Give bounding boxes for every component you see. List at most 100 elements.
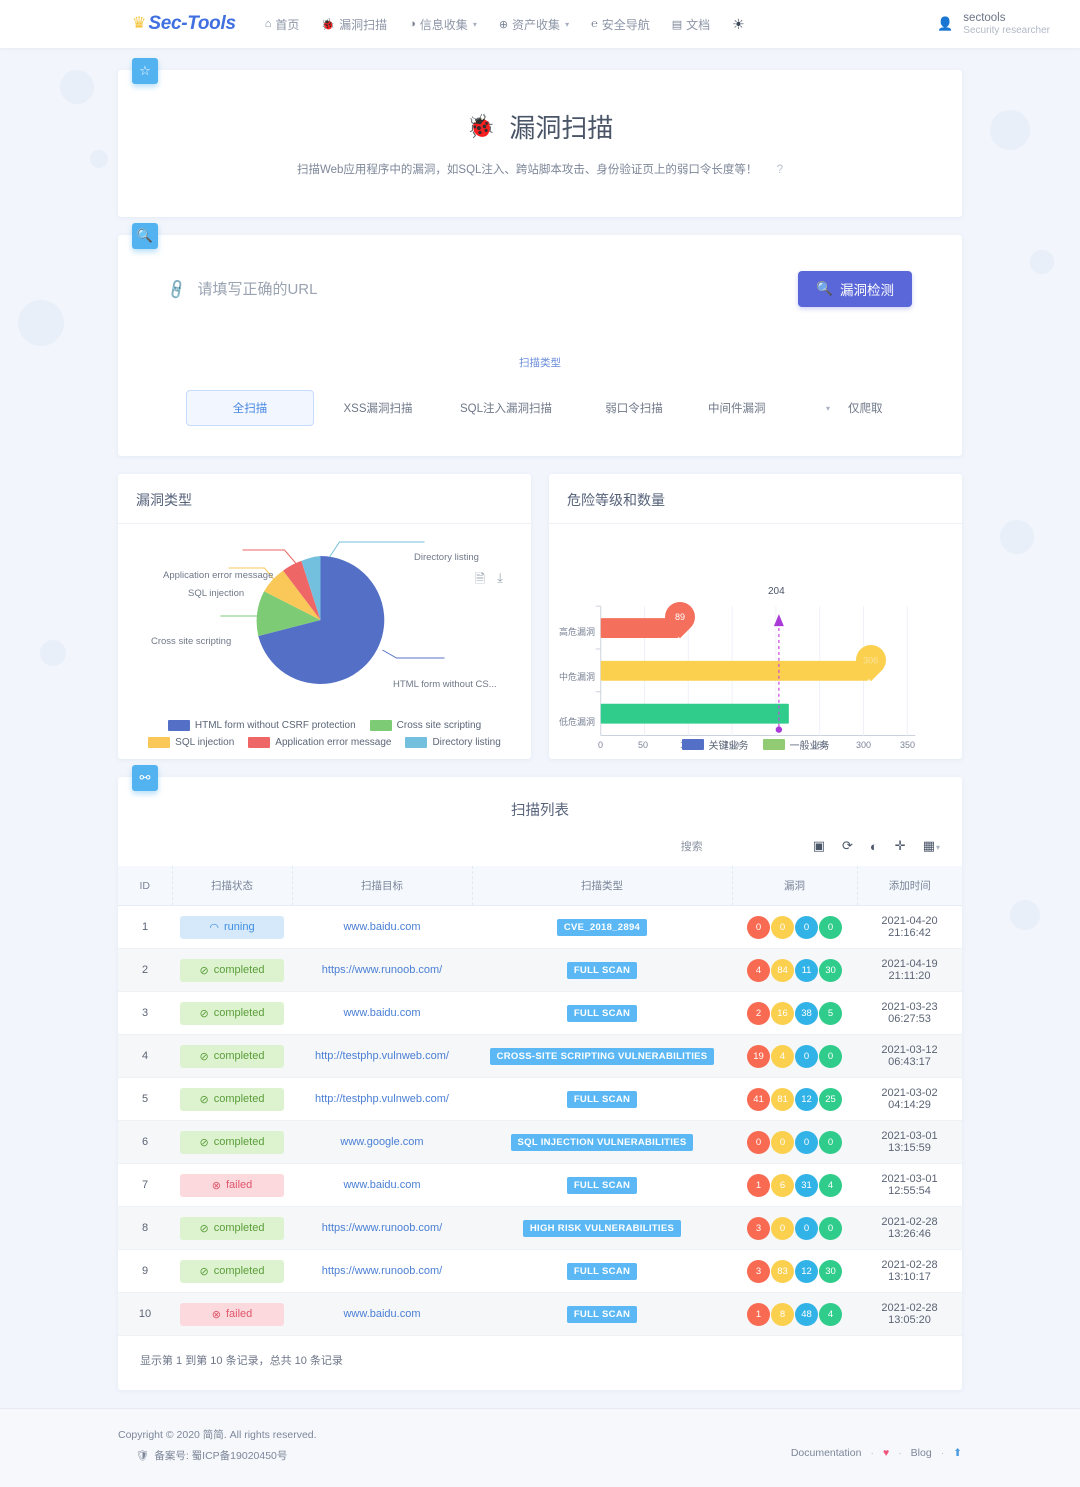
scan-type-full[interactable]: 全扫描	[186, 390, 314, 426]
scan-list-table: ID 扫描状态 扫描目标 扫描类型 漏洞 添加时间 1 ◠ runing www.ba…	[118, 866, 962, 1336]
target-link[interactable]: www.google.com	[340, 1136, 423, 1148]
pie-callout-csrf: HTML form without CS...	[393, 679, 497, 690]
bug-icon: 🐞	[466, 113, 496, 139]
cell-id: 3	[118, 991, 172, 1035]
pie-callout-app-error: Application error message	[163, 570, 274, 581]
table-row[interactable]: 6 ⊘ completed www.google.com SQL INJECTION V…	[118, 1120, 962, 1164]
nav-item-asset-gathering[interactable]: ⊕ 资产收集 ▾	[488, 16, 580, 33]
refresh-icon[interactable]: ⟳	[842, 838, 853, 854]
download-icon[interactable]: ⤓	[497, 570, 503, 592]
nav-item-home[interactable]: ⌂ 首页	[254, 16, 311, 33]
vuln-count-badge: 30	[819, 1259, 842, 1283]
scan-type-badge: FULL SCAN	[566, 961, 638, 979]
status-badge: ⊗ failed	[180, 1173, 284, 1197]
vuln-count-badge: 0	[771, 1216, 794, 1240]
status-icon: ◠	[209, 921, 220, 934]
vuln-count-badge: 48	[795, 1302, 818, 1326]
table-row[interactable]: 3 ⊘ completed www.baidu.com FULL SCAN 2 16 38 5 2…	[118, 991, 962, 1035]
col-header-time[interactable]: 添加时间	[857, 866, 962, 906]
target-link[interactable]: www.baidu.com	[343, 1007, 420, 1019]
scan-type-weakpass[interactable]: 弱口令扫描	[570, 391, 698, 425]
vuln-count-badge: 38	[795, 1001, 818, 1025]
export-icon[interactable]: ▣	[813, 838, 825, 854]
target-link[interactable]: http://testphp.vulnweb.com/	[315, 1050, 449, 1062]
url-input[interactable]	[197, 280, 799, 298]
contrast-icon[interactable]: ◐	[870, 839, 878, 854]
legend-item[interactable]: Directory listing	[405, 737, 501, 748]
target-link[interactable]: https://www.runoob.com/	[322, 1222, 442, 1234]
table-row[interactable]: 1 ◠ runing www.baidu.com CVE_2018_2894 0 0 0 0 20…	[118, 905, 962, 949]
cell-status: ⊘ completed	[172, 1077, 292, 1121]
user-name: sectools	[963, 11, 1006, 24]
legend-label: 一般业务	[789, 741, 830, 752]
vuln-count-badge: 3	[747, 1216, 770, 1240]
legend-item[interactable]: Application error message	[248, 737, 391, 748]
table-row[interactable]: 2 ⊘ completed https://www.runoob.com/FULL S…	[118, 948, 962, 992]
cell-id: 10	[118, 1292, 172, 1336]
cell-id: 4	[118, 1034, 172, 1078]
col-header-type[interactable]: 扫描类型	[472, 866, 733, 906]
nav-item-vuln-scan[interactable]: 🐞 漏洞扫描	[310, 16, 398, 33]
vuln-count-badge: 1	[747, 1302, 770, 1326]
cell-time: 2021-03-12 06:43:17	[857, 1034, 962, 1078]
col-header-vulns[interactable]: 漏洞	[732, 866, 858, 906]
help-icon[interactable]: ?	[777, 164, 783, 176]
document-icon[interactable]: 🗎	[475, 570, 485, 592]
scan-type-sql[interactable]: SQL注入漏洞扫描	[442, 391, 570, 425]
nav-item-info-gathering[interactable]: ◑ 信息收集 ▾	[398, 16, 488, 33]
vuln-count-badge: 12	[795, 1259, 818, 1283]
target-link[interactable]: www.baidu.com	[343, 1179, 420, 1191]
col-header-target[interactable]: 扫描目标	[292, 866, 473, 906]
target-link[interactable]: https://www.runoob.com/	[322, 1265, 442, 1277]
pie-callout-directory-listing: Directory listing	[414, 552, 479, 563]
vuln-type-chart-body: 🗎 ⤓ Directory listing Application error …	[118, 524, 531, 756]
theme-toggle-icon[interactable]: ☀	[721, 16, 756, 33]
footer-link-blog[interactable]: Blog	[911, 1447, 932, 1459]
table-row[interactable]: 7 ⊗ failed www.baidu.com FULL SCAN 1 6 31 4 2021-…	[118, 1163, 962, 1207]
cell-vulns: 0000	[732, 905, 857, 949]
table-row[interactable]: 8 ⊘ completed https://www.runoob.com/HIGH R…	[118, 1206, 962, 1250]
middleware-vuln-select[interactable]: 中间件漏洞 ▾	[698, 391, 840, 425]
table-row[interactable]: 4 ⊘ completed http://testphp.vulnweb.com/CR…	[118, 1034, 962, 1078]
legend-item[interactable]: HTML form without CSRF protection	[167, 720, 356, 731]
target-link[interactable]: http://testphp.vulnweb.com/	[315, 1093, 449, 1105]
target-link[interactable]: https://www.runoob.com/	[322, 964, 442, 976]
legend-item[interactable]: 一般业务	[762, 737, 830, 752]
nav-item-security-nav[interactable]: ℮ 安全导航	[580, 16, 661, 33]
cell-status: ◠ runing	[172, 905, 292, 949]
brand-name: Sec-Tools	[148, 13, 236, 34]
hero-card: ☆ 🐞 漏洞扫描 扫描Web应用程序中的漏洞，如SQL注入、跨站脚本攻击、身份验…	[118, 58, 962, 217]
search-input[interactable]: 搜索	[681, 838, 703, 854]
fullscreen-icon[interactable]: ✛	[895, 838, 906, 854]
table-row[interactable]: 5 ⊘ completed http://testphp.vulnweb.com/FU…	[118, 1077, 962, 1121]
col-header-status[interactable]: 扫描状态	[172, 866, 293, 906]
legend-item[interactable]: 关键业务	[681, 737, 749, 752]
home-icon: ⌂	[264, 18, 272, 30]
table-row[interactable]: 10 ⊗ failed www.baidu.com FULL SCAN 1 8 48 4 2021…	[118, 1292, 962, 1336]
vuln-count-badge: 5	[819, 1001, 842, 1025]
legend-item[interactable]: SQL injection	[148, 737, 234, 748]
pie-legend: HTML form without CSRF protection Cross …	[118, 720, 531, 748]
target-link[interactable]: www.baidu.com	[343, 921, 420, 933]
scan-type-crawl-only[interactable]: 仅爬取	[840, 391, 891, 425]
back-to-top-icon[interactable]: ⬆	[953, 1447, 962, 1459]
cell-vulns: 1 6 31 4	[732, 1163, 857, 1207]
col-header-id[interactable]: ID	[118, 866, 173, 906]
table-row[interactable]: 9 ⊘ completed https://www.runoob.com/FULL S…	[118, 1249, 962, 1293]
status-badge: ⊘ completed	[180, 1044, 284, 1068]
target-link[interactable]: www.baidu.com	[343, 1308, 420, 1320]
scan-type-xss[interactable]: XSS漏洞扫描	[314, 391, 442, 425]
columns-icon[interactable]: ▦▾	[923, 838, 940, 854]
user-menu[interactable]: 👤 sectools Security researcher	[936, 11, 1050, 38]
vuln-count-badge: 41	[747, 1087, 770, 1111]
start-scan-button[interactable]: 🔍 漏洞检测	[798, 271, 912, 307]
nav-item-docs[interactable]: ▤ 文档	[661, 16, 721, 33]
brand-logo[interactable]: ♛ Sec-Tools	[132, 13, 236, 35]
risk-level-chart-title: 危险等级和数量	[549, 474, 962, 524]
footer-link-documentation[interactable]: Documentation	[791, 1447, 862, 1459]
vuln-count-badge: 0	[771, 1130, 794, 1154]
legend-item[interactable]: Cross site scripting	[369, 720, 481, 731]
status-badge: ⊘ completed	[180, 1216, 284, 1240]
legend-swatch	[762, 739, 785, 750]
bug-icon: 🐞	[321, 18, 336, 31]
